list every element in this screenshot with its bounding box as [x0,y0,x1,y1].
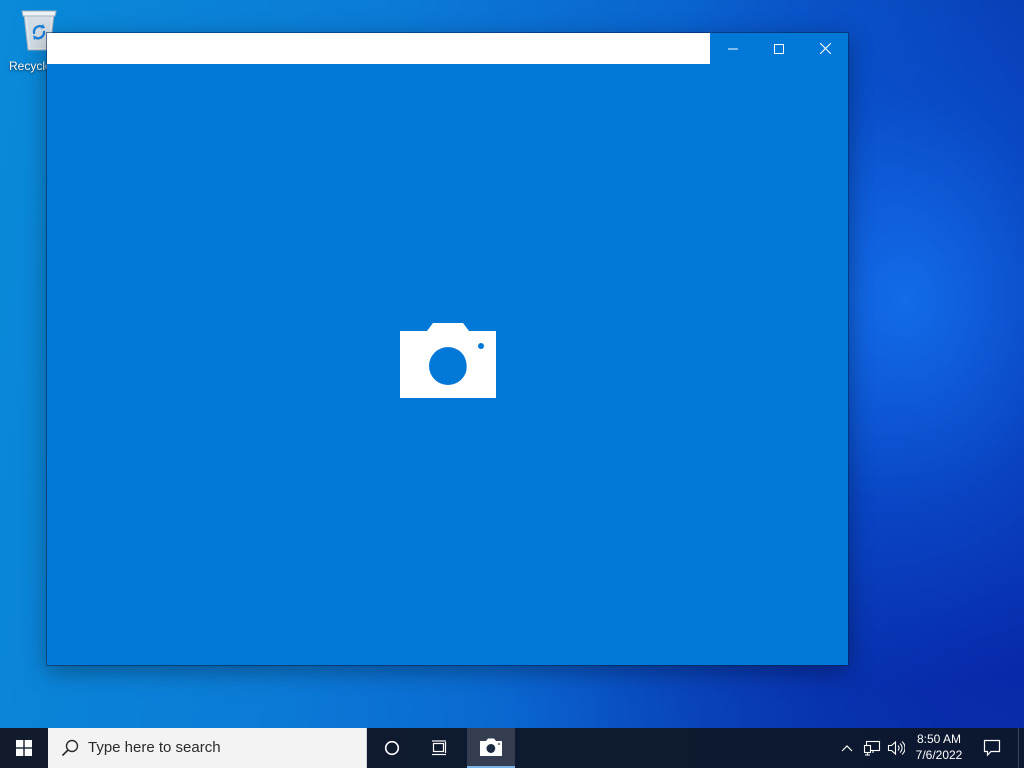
action-center-button[interactable] [970,728,1014,768]
maximize-button[interactable] [756,33,802,64]
task-view-icon [432,740,447,756]
taskbar-search-box[interactable]: Type here to search [48,728,367,768]
chevron-up-icon [841,745,853,752]
network-icon [863,740,881,756]
show-hidden-icons-button[interactable] [836,728,858,768]
minimize-icon [728,48,738,49]
windows-logo-icon [16,740,32,756]
start-button[interactable] [0,728,48,768]
taskbar-camera-app[interactable] [467,728,515,768]
task-view-button[interactable] [416,728,464,768]
search-placeholder: Type here to search [88,739,221,756]
camera-window[interactable] [47,33,848,665]
cortana-button[interactable] [368,728,416,768]
taskbar-clock[interactable]: 8:50 AM 7/6/2022 [910,731,968,763]
close-icon [819,43,831,54]
taskbar: Type here to search 8:50 AM 7/6/2022 [0,728,1024,768]
network-button[interactable] [860,728,884,768]
clock-time: 8:50 AM [916,732,962,746]
camera-icon [400,323,496,398]
search-icon [60,738,80,758]
clock-date: 7/6/2022 [915,748,963,762]
volume-button[interactable] [884,728,908,768]
action-center-icon [983,739,1001,757]
close-button[interactable] [802,33,848,64]
camera-app-icon [480,738,502,756]
title-bar[interactable] [47,33,848,65]
show-desktop-button[interactable] [1018,728,1024,768]
minimize-button[interactable] [710,33,756,64]
title-bar-drag-region[interactable] [47,33,710,64]
volume-icon [887,740,905,756]
maximize-icon [774,43,784,54]
desktop: Recycle Bin [0,0,1024,728]
cortana-icon [384,740,400,756]
